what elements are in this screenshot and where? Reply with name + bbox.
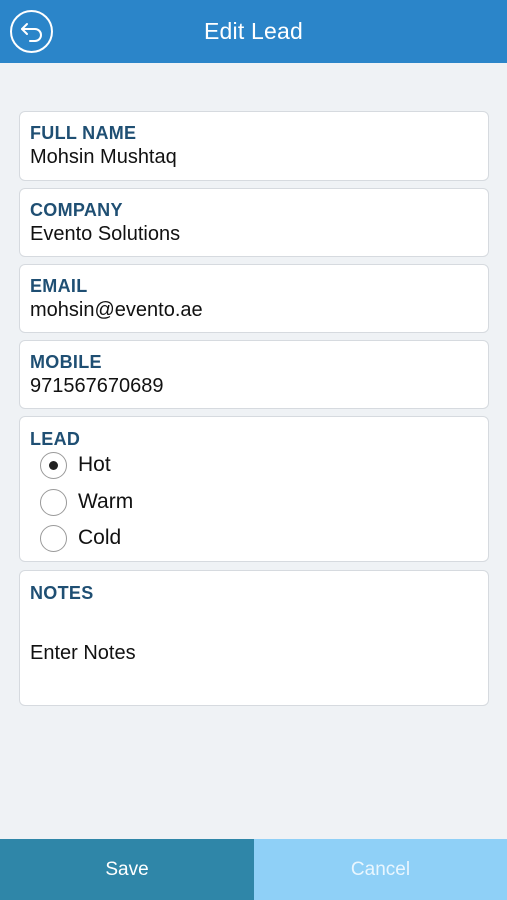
lead-option-label: Cold — [78, 526, 122, 549]
radio-unselected-icon[interactable] — [40, 524, 67, 552]
back-button[interactable] — [10, 10, 53, 53]
lead-label: LEAD — [30, 429, 81, 449]
lead-option-label: Warm — [78, 490, 134, 513]
header-bar: Edit Lead — [0, 0, 507, 63]
mobile-input[interactable] — [30, 375, 470, 398]
lead-option-label: Hot — [78, 453, 111, 476]
save-button[interactable]: Save — [0, 839, 254, 900]
full-name-label: FULL NAME — [30, 123, 137, 143]
company-input[interactable] — [30, 223, 470, 246]
cancel-button[interactable]: Cancel — [254, 839, 507, 900]
notes-label: NOTES — [30, 583, 94, 603]
mobile-card: MOBILE — [19, 340, 489, 409]
lead-option-cold[interactable]: Cold — [40, 523, 121, 553]
notes-input[interactable]: Enter Notes — [30, 642, 470, 665]
lead-card: LEAD Hot Warm Cold — [19, 416, 489, 562]
company-card: COMPANY — [19, 188, 489, 257]
radio-unselected-icon[interactable] — [40, 488, 67, 516]
notes-card: NOTES Enter Notes — [19, 570, 489, 706]
back-arrow-icon — [20, 22, 42, 42]
email-card: EMAIL — [19, 264, 489, 333]
radio-selected-icon[interactable] — [40, 451, 67, 479]
radio-dot — [49, 460, 58, 470]
company-label: COMPANY — [30, 200, 123, 220]
page-title: Edit Lead — [204, 18, 303, 44]
email-input[interactable] — [30, 299, 470, 322]
mobile-label: MOBILE — [30, 352, 102, 372]
edit-lead-screen: Edit Lead FULL NAME COMPANY EMAIL MOBILE… — [0, 0, 507, 900]
lead-option-hot[interactable]: Hot — [40, 450, 111, 480]
footer-actions: Save Cancel — [0, 839, 507, 900]
lead-option-warm[interactable]: Warm — [40, 487, 133, 517]
email-label: EMAIL — [30, 276, 88, 296]
full-name-input[interactable] — [30, 146, 470, 169]
full-name-card: FULL NAME — [19, 111, 489, 181]
